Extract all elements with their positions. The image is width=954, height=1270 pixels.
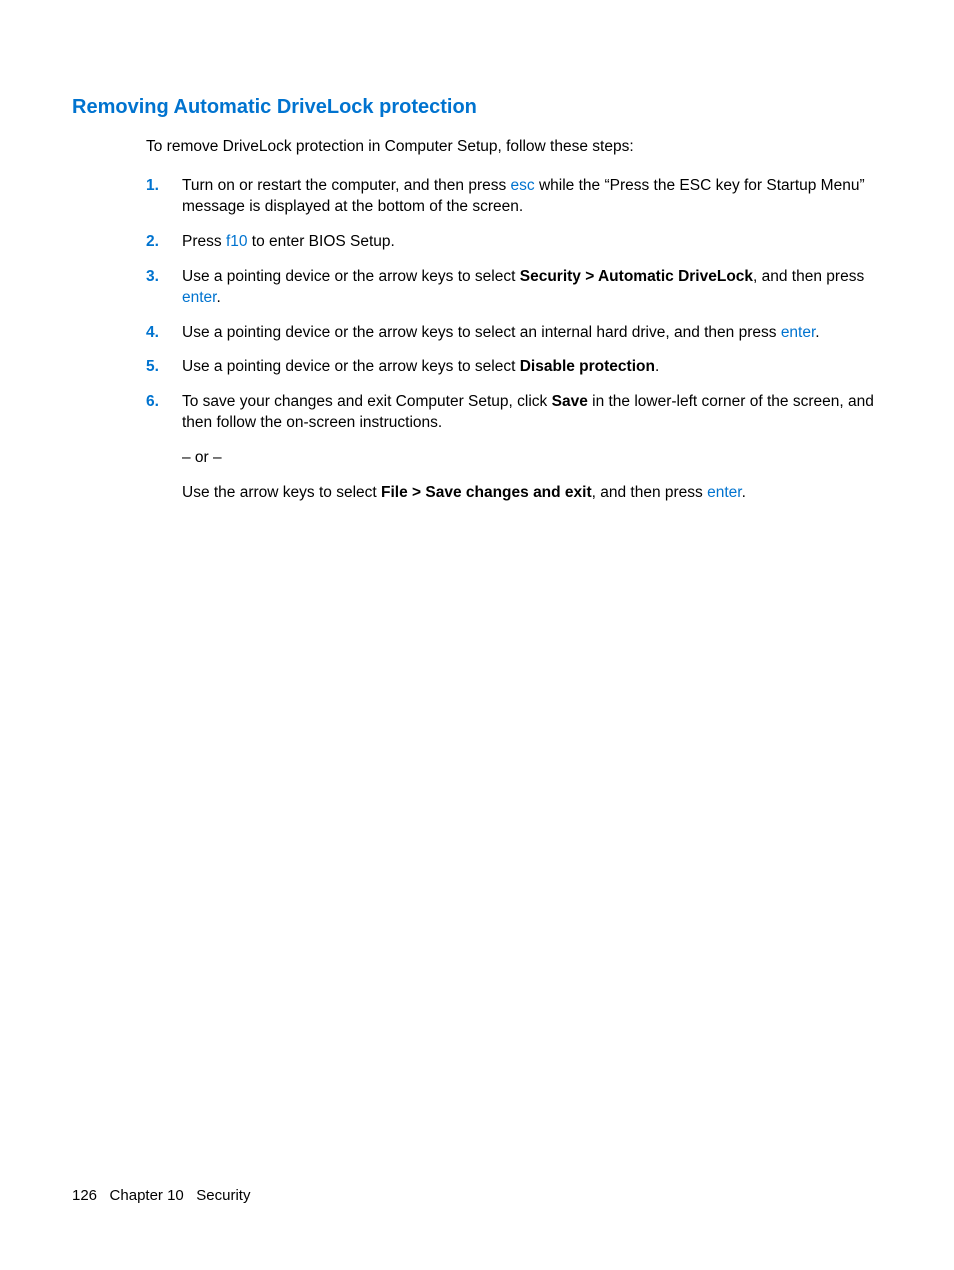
menu-path: File > Save changes and exit (381, 484, 592, 501)
step-text: . (815, 324, 819, 341)
key-enter: enter (707, 484, 741, 501)
menu-option: Disable protection (520, 358, 655, 375)
step-5: 5. Use a pointing device or the arrow ke… (146, 357, 882, 378)
step-number: 3. (146, 267, 159, 288)
steps-list: 1. Turn on or restart the computer, and … (146, 176, 882, 504)
step-text: Use a pointing device or the arrow keys … (182, 324, 781, 341)
intro-paragraph: To remove DriveLock protection in Comput… (146, 137, 882, 158)
step-text: Use the arrow keys to select (182, 484, 381, 501)
page-number: 126 (72, 1187, 97, 1204)
section-heading: Removing Automatic DriveLock protection (72, 96, 882, 119)
step-1: 1. Turn on or restart the computer, and … (146, 176, 882, 218)
key-enter: enter (781, 324, 815, 341)
menu-path: Security > Automatic DriveLock (520, 268, 753, 285)
step-text: . (216, 289, 220, 306)
step-text: . (742, 484, 746, 501)
key-enter: enter (182, 289, 216, 306)
key-f10: f10 (226, 233, 248, 250)
step-number: 2. (146, 232, 159, 253)
step-text: Turn on or restart the computer, and the… (182, 177, 511, 194)
step-number: 5. (146, 357, 159, 378)
step-text: . (655, 358, 659, 375)
chapter-label: Chapter 10 (110, 1187, 184, 1204)
document-page: Removing Automatic DriveLock protection … (0, 0, 954, 504)
chapter-title: Security (196, 1187, 250, 1204)
button-label: Save (552, 393, 588, 410)
step-6: 6. To save your changes and exit Compute… (146, 392, 882, 504)
step-text: Use a pointing device or the arrow keys … (182, 358, 520, 375)
step-number: 4. (146, 323, 159, 344)
step-3: 3. Use a pointing device or the arrow ke… (146, 267, 882, 309)
step-2: 2. Press f10 to enter BIOS Setup. (146, 232, 882, 253)
key-esc: esc (511, 177, 535, 194)
step-number: 1. (146, 176, 159, 197)
step-text: Use a pointing device or the arrow keys … (182, 268, 520, 285)
step-text: , and then press (592, 484, 707, 501)
step-4: 4. Use a pointing device or the arrow ke… (146, 323, 882, 344)
step-number: 6. (146, 392, 159, 413)
step-text: To save your changes and exit Computer S… (182, 393, 552, 410)
step-text: to enter BIOS Setup. (248, 233, 395, 250)
step-text: , and then press (753, 268, 864, 285)
step-alternative: Use the arrow keys to select File > Save… (182, 483, 882, 504)
page-footer: 126 Chapter 10 Security (72, 1187, 250, 1204)
or-divider: – or – (182, 448, 882, 469)
step-text: Press (182, 233, 226, 250)
